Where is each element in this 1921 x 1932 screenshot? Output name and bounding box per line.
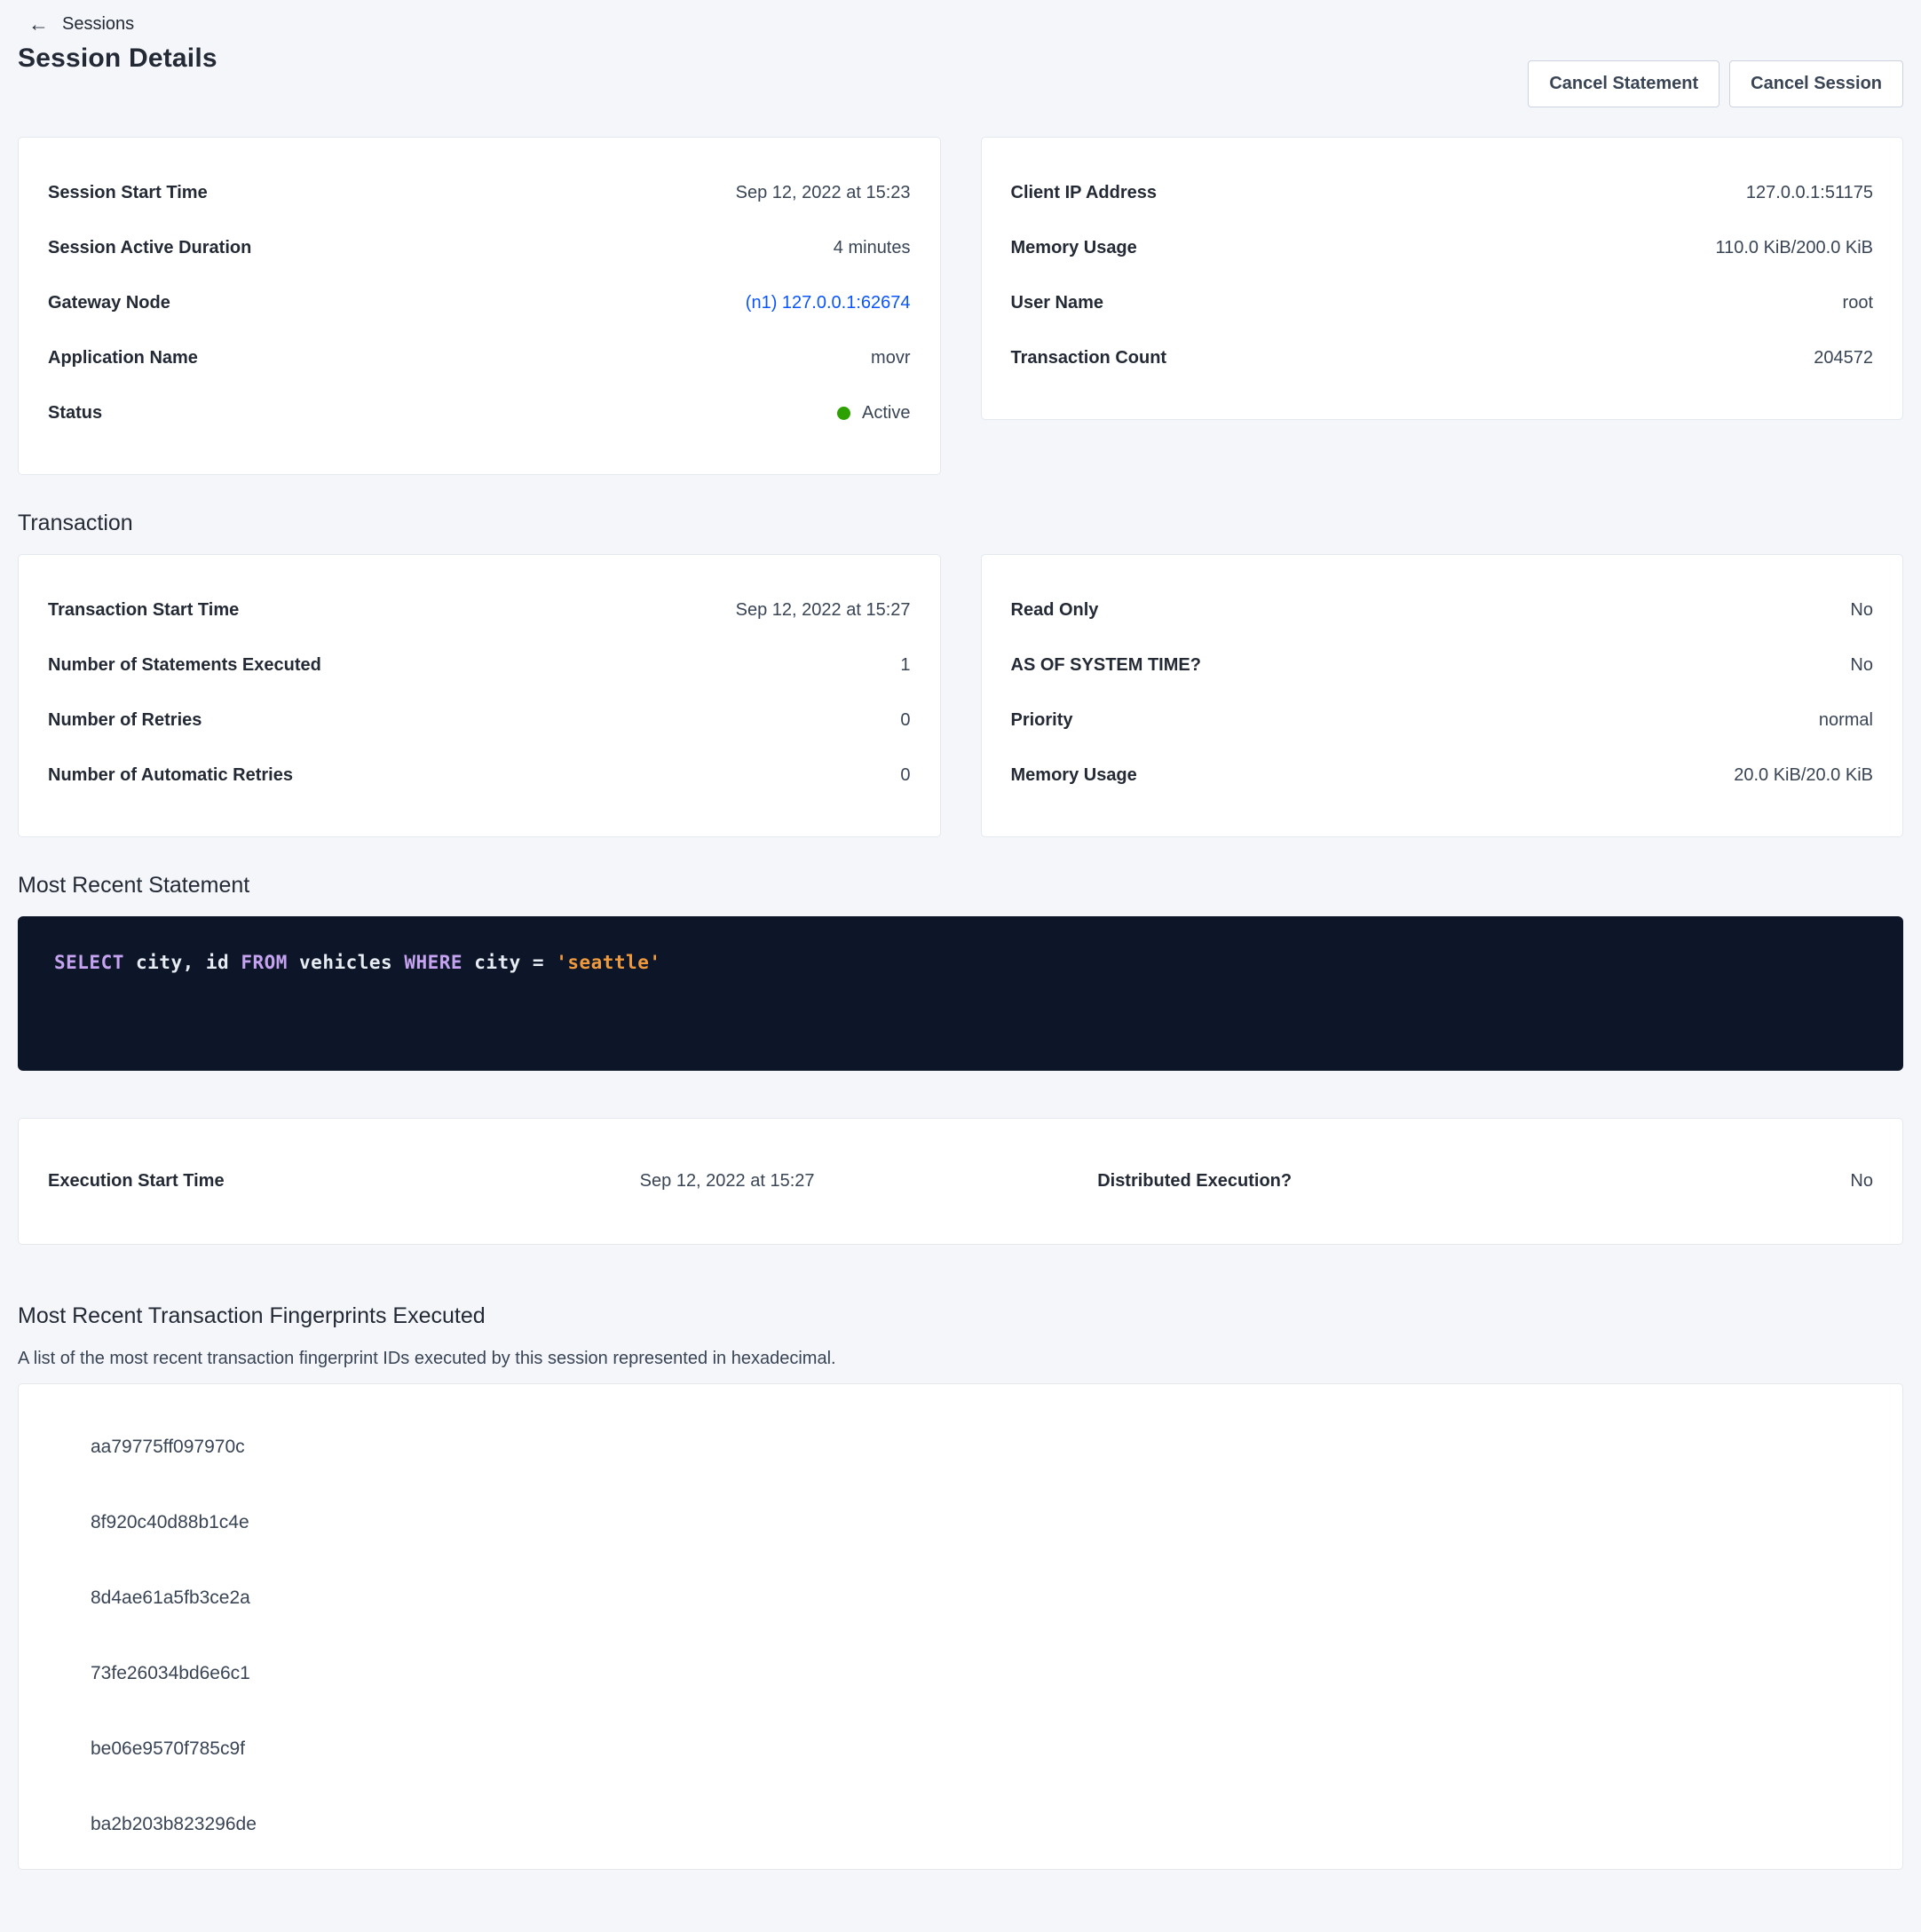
transaction-section-title: Transaction: [18, 511, 1903, 536]
row-label: Memory Usage: [1011, 238, 1137, 258]
fingerprint-list-item: 73fe26034bd6e6c1: [19, 1635, 1902, 1711]
back-arrow-icon: ←: [28, 14, 49, 35]
session-summary-card-right: Client IP Address 127.0.0.1:51175 Memory…: [981, 137, 1904, 420]
row-value: normal: [1819, 710, 1873, 731]
summary-row-application-name: Application Name movr: [48, 330, 911, 385]
row-value: Sep 12, 2022 at 15:27: [640, 1171, 815, 1192]
back-to-sessions-link[interactable]: ← Sessions: [18, 5, 134, 35]
summary-row-status: Status Active: [48, 385, 911, 440]
transaction-card-right: Read Only No AS OF SYSTEM TIME? No Prior…: [981, 554, 1904, 837]
fingerprints-section-title: Most Recent Transaction Fingerprints Exe…: [18, 1303, 1903, 1329]
row-label: Transaction Start Time: [48, 600, 239, 621]
sql-string-literal: 'seattle': [556, 952, 660, 973]
fingerprint-list-item: ba2b203b823296de: [19, 1786, 1902, 1862]
statement-section-title: Most Recent Statement: [18, 873, 1903, 899]
sql-statement: SELECT city, id FROM vehicles WHERE city…: [54, 952, 1867, 973]
session-summary-row: Session Start Time Sep 12, 2022 at 15:23…: [18, 137, 1903, 475]
row-value: Sep 12, 2022 at 15:23: [736, 183, 911, 203]
gateway-node-link[interactable]: (n1) 127.0.0.1:62674: [746, 293, 911, 313]
row-value: 110.0 KiB/200.0 KiB: [1715, 238, 1873, 258]
summary-row-session-active-duration: Session Active Duration 4 minutes: [48, 220, 911, 275]
summary-row-txn-memory-usage: Memory Usage 20.0 KiB/20.0 KiB: [1011, 748, 1874, 803]
summary-row-statements-executed: Number of Statements Executed 1: [48, 637, 911, 693]
cancel-session-button[interactable]: Cancel Session: [1729, 60, 1903, 107]
fingerprint-list-item: 8f920c40d88b1c4e: [19, 1485, 1902, 1560]
status-badge: Active: [837, 403, 910, 424]
transaction-card-left: Transaction Start Time Sep 12, 2022 at 1…: [18, 554, 941, 837]
row-label: Number of Statements Executed: [48, 655, 321, 676]
status-text: Active: [862, 403, 910, 424]
row-value: 4 minutes: [834, 238, 911, 258]
execution-summary-card: Execution Start Time Sep 12, 2022 at 15:…: [18, 1118, 1903, 1245]
sql-keyword: WHERE: [404, 952, 474, 973]
summary-row-retries: Number of Retries 0: [48, 693, 911, 748]
row-label: User Name: [1011, 293, 1104, 313]
row-value: 0: [900, 710, 910, 731]
summary-row-gateway-node: Gateway Node (n1) 127.0.0.1:62674: [48, 275, 911, 330]
row-label: Transaction Count: [1011, 348, 1167, 368]
row-label: Application Name: [48, 348, 198, 368]
fingerprints-description: A list of the most recent transaction fi…: [18, 1349, 1903, 1369]
back-link-label: Sessions: [62, 14, 134, 35]
page-title: Session Details: [18, 44, 217, 74]
row-label: Execution Start Time: [48, 1171, 225, 1192]
row-label: Number of Automatic Retries: [48, 765, 293, 786]
row-value: root: [1843, 293, 1873, 313]
summary-row-memory-usage: Memory Usage 110.0 KiB/200.0 KiB: [1011, 220, 1874, 275]
row-label: Memory Usage: [1011, 765, 1137, 786]
row-label: AS OF SYSTEM TIME?: [1011, 655, 1201, 676]
fingerprint-list-item: 8d4ae61a5fb3ce2a: [19, 1560, 1902, 1635]
sql-keyword: FROM: [241, 952, 299, 973]
row-value: 127.0.0.1:51175: [1746, 183, 1873, 203]
row-label: Read Only: [1011, 600, 1099, 621]
row-label: Number of Retries: [48, 710, 202, 731]
summary-row-read-only: Read Only No: [1011, 582, 1874, 637]
row-value: 204572: [1814, 348, 1873, 368]
row-label: Gateway Node: [48, 293, 170, 313]
cancel-statement-button[interactable]: Cancel Statement: [1528, 60, 1719, 107]
row-label: Distributed Execution?: [1097, 1171, 1292, 1192]
sql-keyword: SELECT: [54, 952, 136, 973]
row-label: Status: [48, 403, 102, 424]
row-value: movr: [871, 348, 910, 368]
status-active-dot-icon: [837, 407, 850, 420]
row-label: Session Active Duration: [48, 238, 251, 258]
summary-row-transaction-count: Transaction Count 204572: [1011, 330, 1874, 385]
summary-row-as-of-system-time: AS OF SYSTEM TIME? No: [1011, 637, 1874, 693]
sql-text: city, id: [136, 952, 241, 973]
row-value: 0: [900, 765, 910, 786]
summary-row-user-name: User Name root: [1011, 275, 1874, 330]
fingerprints-card: aa79775ff097970c 8f920c40d88b1c4e 8d4ae6…: [18, 1383, 1903, 1870]
summary-row-client-ip: Client IP Address 127.0.0.1:51175: [1011, 165, 1874, 220]
row-value: No: [1850, 1171, 1873, 1192]
sql-text: city =: [474, 952, 556, 973]
summary-row-distributed-execution: Distributed Execution? No: [815, 1171, 1873, 1192]
sql-text: vehicles: [299, 952, 404, 973]
row-value: No: [1850, 655, 1873, 676]
session-summary-card-left: Session Start Time Sep 12, 2022 at 15:23…: [18, 137, 941, 475]
transaction-summary-row: Transaction Start Time Sep 12, 2022 at 1…: [18, 554, 1903, 837]
page-header: Session Details Cancel Statement Cancel …: [18, 44, 1903, 107]
row-value: No: [1850, 600, 1873, 621]
row-label: Priority: [1011, 710, 1073, 731]
summary-row-automatic-retries: Number of Automatic Retries 0: [48, 748, 911, 803]
session-details-page: ← Sessions Session Details Cancel Statem…: [0, 0, 1921, 1870]
summary-row-execution-start-time: Execution Start Time Sep 12, 2022 at 15:…: [48, 1171, 815, 1192]
row-value: Sep 12, 2022 at 15:27: [736, 600, 911, 621]
fingerprint-list-item: aa79775ff097970c: [19, 1409, 1902, 1485]
header-actions: Cancel Statement Cancel Session: [1528, 60, 1903, 107]
summary-row-session-start-time: Session Start Time Sep 12, 2022 at 15:23: [48, 165, 911, 220]
row-value: 1: [900, 655, 910, 676]
row-label: Session Start Time: [48, 183, 208, 203]
row-label: Client IP Address: [1011, 183, 1158, 203]
summary-row-priority: Priority normal: [1011, 693, 1874, 748]
summary-row-transaction-start-time: Transaction Start Time Sep 12, 2022 at 1…: [48, 582, 911, 637]
row-value: 20.0 KiB/20.0 KiB: [1734, 765, 1873, 786]
fingerprint-list-item: be06e9570f785c9f: [19, 1711, 1902, 1786]
sql-statement-box: SELECT city, id FROM vehicles WHERE city…: [18, 916, 1903, 1071]
